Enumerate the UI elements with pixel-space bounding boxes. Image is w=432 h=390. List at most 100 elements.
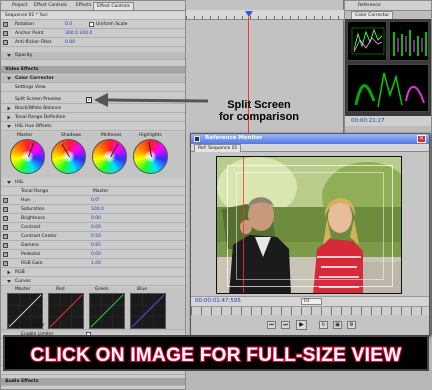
anti-flicker-value[interactable]: 0.00 xyxy=(65,40,75,45)
master-color-wheel[interactable] xyxy=(10,139,45,174)
video-effects-label: Video Effects xyxy=(5,67,39,72)
right-timecode[interactable]: 00:00:21:27 xyxy=(351,118,385,124)
anchor-point-value[interactable]: 360.0 240.0 xyxy=(65,31,92,36)
settings-view-label: Settings View xyxy=(15,85,46,90)
play-icon[interactable]: ▶ xyxy=(296,320,307,330)
wheel-label-highlights: Highlights xyxy=(139,133,162,138)
color-corrector-label: Color Corrector xyxy=(15,76,54,81)
tab-effect-controls[interactable]: Effect Controls xyxy=(93,2,134,10)
tab-effect-controls-1[interactable]: Effect Controls xyxy=(31,2,70,10)
reference-monitor-window: Reference Monitor ✕ Ref: Sequence 01 00:… xyxy=(190,133,430,336)
param-label: RGB Gain xyxy=(21,261,43,266)
monitor-timecode[interactable]: 00:00:01:47:595 xyxy=(195,298,241,304)
stopwatch-icon[interactable]: ◷ xyxy=(3,22,8,27)
curves-row[interactable]: Curves xyxy=(1,278,185,286)
tonal-range-row: Tonal Range Master xyxy=(1,188,185,196)
rgb-row[interactable]: RGB xyxy=(1,269,185,277)
tab-effects[interactable]: Effects xyxy=(73,2,94,10)
wheel-label-shadows: Shadows xyxy=(61,133,82,138)
stopwatch-icon[interactable]: ◷ xyxy=(3,234,8,239)
hsl-row[interactable]: HSL xyxy=(1,179,185,187)
hsl-hue-offsets-label: HSL Hue Offsets xyxy=(15,124,52,129)
stopwatch-icon[interactable]: ◷ xyxy=(3,216,8,221)
param-value[interactable]: 0.00 xyxy=(91,216,101,221)
opacity-row[interactable]: Opacity xyxy=(1,52,185,60)
caption-text: CLICK ON IMAGE FOR FULL-SIZE VIEW xyxy=(30,344,403,367)
param-value[interactable]: 0.00 xyxy=(91,225,101,230)
expand-triangle-icon[interactable] xyxy=(7,106,11,111)
expand-triangle-icon[interactable] xyxy=(7,270,11,275)
left-tabbar: Project Effect Controls Effects Effect C… xyxy=(1,1,185,11)
collapse-triangle-icon[interactable] xyxy=(7,324,11,327)
param-value[interactable]: 1.00 xyxy=(91,261,101,266)
color-wheels-area: Master Shadows Midtones Highlights xyxy=(1,132,185,178)
step-back-icon[interactable]: ⏮ xyxy=(267,321,276,329)
curve-label-blue: Blue xyxy=(137,287,147,292)
param-label: Contrast xyxy=(21,225,41,230)
curves-label: Curves xyxy=(15,279,31,284)
stopwatch-icon[interactable]: ◷ xyxy=(3,243,8,248)
black-white-balance-label: Black/White Balance xyxy=(15,106,62,111)
param-value[interactable]: 0.00 xyxy=(91,252,101,257)
param-value[interactable]: 0.0° xyxy=(91,198,100,203)
tonal-range-definition-row[interactable]: Tonal Range Definition xyxy=(1,114,185,122)
monitor-ruler[interactable] xyxy=(191,306,429,315)
close-icon[interactable]: ✕ xyxy=(417,135,426,143)
stopwatch-icon[interactable]: ◷ xyxy=(3,225,8,230)
expand-triangle-icon[interactable] xyxy=(7,115,11,120)
uniform-scale-checkbox[interactable] xyxy=(89,22,94,27)
param-value[interactable]: 100.0 xyxy=(91,207,104,212)
collapse-triangle-icon[interactable] xyxy=(7,181,11,184)
param-value[interactable]: 0.50 xyxy=(91,234,101,239)
vectorscope-display xyxy=(347,21,387,61)
hsl-hue-offsets-row[interactable]: HSL Hue Offsets xyxy=(1,123,185,131)
collapse-triangle-icon[interactable] xyxy=(7,280,11,283)
midtones-color-wheel[interactable] xyxy=(92,139,127,174)
tonal-range-dropdown[interactable]: Master xyxy=(93,189,108,194)
timeline-ruler[interactable] xyxy=(186,10,344,20)
split-screen-label: Split Screen Preview xyxy=(15,97,61,102)
param-label: Gamma xyxy=(21,243,39,248)
opacity-label: Opacity xyxy=(15,53,33,58)
stopwatch-icon[interactable]: ◷ xyxy=(3,252,8,257)
rotation-value[interactable]: 0.0 xyxy=(65,22,72,27)
stopwatch-icon[interactable]: ◷ xyxy=(3,261,8,266)
playhead-marker-icon[interactable] xyxy=(245,11,253,17)
expand-triangle-icon[interactable] xyxy=(7,54,11,57)
output-icon[interactable]: ⚙ xyxy=(347,321,356,329)
tab-project[interactable]: Project xyxy=(9,2,30,10)
collapse-triangle-icon[interactable] xyxy=(7,77,11,80)
tab-ref-sequence[interactable]: Ref: Sequence 01 xyxy=(194,144,242,152)
wheel-label-master: Master xyxy=(17,133,33,138)
param-label: Hue xyxy=(21,198,31,203)
scope-tab: Color Corrector xyxy=(345,11,431,19)
curve-label-green: Green xyxy=(95,287,109,292)
safe-margins-icon[interactable]: ▣ xyxy=(333,321,342,329)
sequence-label: Sequence 01 * Yuri xyxy=(5,13,48,18)
collapse-triangle-icon[interactable] xyxy=(7,125,11,128)
loop-icon[interactable]: ↻ xyxy=(319,321,328,329)
rgb-label: RGB xyxy=(15,270,25,275)
zoom-dropdown[interactable]: Fit xyxy=(301,298,323,305)
param-label: Pedestal xyxy=(21,252,41,257)
highlights-color-wheel[interactable] xyxy=(133,139,168,174)
stopwatch-icon[interactable]: ◷ xyxy=(3,40,8,45)
param-row: ◷ Gamma 0.95 xyxy=(1,242,185,250)
stopwatch-icon[interactable]: ◷ xyxy=(3,198,8,203)
color-corrector-row[interactable]: Color Corrector xyxy=(1,75,185,83)
stopwatch-icon[interactable]: ◷ xyxy=(3,31,8,36)
stopwatch-icon[interactable]: ◷ xyxy=(3,207,8,212)
video-limiter-row[interactable]: Video Limiter xyxy=(1,322,185,330)
sequence-row: Sequence 01 * Yuri xyxy=(1,12,185,20)
param-value[interactable]: 0.95 xyxy=(91,243,101,248)
reference-video-frame xyxy=(216,156,402,294)
anti-flicker-row: ◷ Anti-flicker Filter 0.00 xyxy=(1,39,185,47)
full-size-view-banner[interactable]: CLICK ON IMAGE FOR FULL-SIZE VIEW xyxy=(3,335,429,371)
shadows-color-wheel[interactable] xyxy=(51,139,86,174)
reference-monitor-titlebar[interactable]: Reference Monitor ✕ xyxy=(191,134,429,144)
scope-tab-label[interactable]: Color Corrector xyxy=(351,11,394,19)
hsl-label: HSL xyxy=(15,180,24,185)
step-forward-icon[interactable]: ⏭ xyxy=(281,321,290,329)
callout-arrow xyxy=(94,93,209,107)
curve-label-master: Master xyxy=(15,287,31,292)
